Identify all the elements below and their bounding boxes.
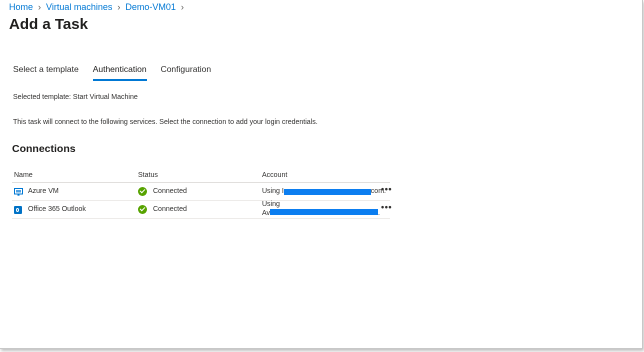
tab-authentication[interactable]: Authentication: [92, 64, 147, 81]
redacted-account: [270, 209, 379, 215]
table-header: Name Status Account: [12, 168, 390, 183]
connection-name: Azure VM: [28, 188, 59, 195]
breadcrumb-virtual-machines[interactable]: Virtual machines: [46, 2, 112, 12]
account-cell[interactable]: Using Icom. •••: [262, 183, 392, 200]
description-text: This task will connect to the following …: [13, 119, 318, 126]
page-title: Add a Task: [9, 16, 88, 33]
more-options-icon[interactable]: •••: [381, 202, 392, 212]
account-text: Using I: [262, 188, 284, 195]
account-line2: Av: [262, 210, 271, 217]
column-header-account: Account: [262, 171, 288, 179]
redacted-account: [283, 188, 371, 195]
azure-vm-icon: [14, 187, 23, 196]
check-circle-icon: [138, 205, 147, 214]
task-panel: Home › Virtual machines › Demo-VM01 › Ad…: [0, 0, 643, 349]
status-text: Connected: [153, 188, 187, 195]
chevron-right-icon: ›: [180, 2, 184, 12]
connections-table: Name Status Account Azure VM Connected U…: [12, 168, 392, 219]
status-text: Connected: [153, 206, 187, 213]
chevron-right-icon: ›: [38, 2, 42, 12]
column-header-status: Status: [138, 171, 158, 179]
selected-template-text: Selected template: Start Virtual Machine: [13, 94, 138, 101]
more-options-icon[interactable]: •••: [381, 184, 392, 194]
tab-configuration[interactable]: Configuration: [161, 64, 212, 81]
table-row[interactable]: Azure VM Connected Using Icom. •••: [12, 183, 392, 201]
connection-name: Office 365 Outlook: [28, 206, 86, 213]
outlook-icon: [14, 205, 22, 214]
tab-bar: Select a template Authentication Configu…: [13, 64, 225, 81]
breadcrumb-demo-vm01[interactable]: Demo-VM01: [125, 2, 176, 12]
table-row[interactable]: Office 365 Outlook Connected Using Av. •…: [12, 201, 392, 219]
account-text: Using: [262, 201, 280, 208]
breadcrumb-home[interactable]: Home: [9, 2, 33, 12]
tab-select-a-template[interactable]: Select a template: [13, 64, 79, 81]
account-cell[interactable]: Using Av. •••: [262, 201, 392, 218]
breadcrumb: Home › Virtual machines › Demo-VM01 ›: [9, 2, 189, 12]
column-header-name: Name: [14, 171, 33, 179]
connections-title: Connections: [12, 143, 76, 155]
chevron-right-icon: ›: [117, 2, 121, 12]
account-suffix: .: [378, 210, 380, 217]
check-circle-icon: [138, 187, 147, 196]
